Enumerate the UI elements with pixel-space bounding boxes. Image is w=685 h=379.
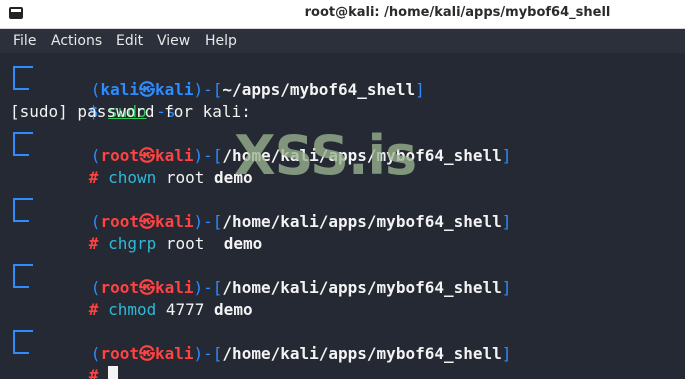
root-prompt-line: (root㉿kali)-[/home/kali/apps/mybof64_she… [33, 255, 512, 297]
prompt-close-paren: ) [193, 344, 204, 363]
command-name: chmod [108, 300, 157, 319]
user-prompt-line: (kali㉿kali)-[~/apps/mybof64_shell] [33, 57, 425, 99]
root-prompt-line: (root㉿kali)-[/home/kali/apps/mybof64_she… [33, 189, 512, 231]
prompt-host: kali [154, 344, 194, 363]
prompt-end-bracket: ] [501, 146, 512, 165]
command-line-active[interactable]: # [31, 343, 119, 379]
menu-actions[interactable]: Actions [51, 33, 102, 49]
prompt-path: /home/kali/apps/mybof64_shell [222, 344, 502, 363]
command-arg: 4777 [156, 300, 215, 319]
command-name: chown [108, 168, 157, 187]
prompt-corner-bottom [13, 77, 29, 90]
window-title: root@kali: /home/kali/apps/mybof64_shell [304, 5, 611, 20]
command-line-chgrp: # chgrp root demo [31, 211, 262, 253]
prompt-corner-bottom [13, 143, 29, 156]
command-arg: root [156, 168, 215, 187]
command-line-chmod: # chmod 4777 demo [31, 277, 253, 319]
prompt-end-bracket: ] [501, 278, 512, 297]
prompt-path: /home/kali/apps/mybof64_shell [222, 278, 502, 297]
menu-edit[interactable]: Edit [116, 33, 143, 49]
menu-file[interactable]: File [13, 33, 36, 49]
text-cursor[interactable] [108, 366, 119, 379]
prompt-close-paren: ) [193, 80, 204, 99]
command-arg: root [156, 234, 224, 253]
hash-symbol: # [88, 300, 99, 319]
command-target: demo [214, 300, 253, 319]
menu-bar: File Actions Edit View Help [0, 29, 685, 53]
prompt-corner-bottom [13, 275, 29, 288]
menu-view[interactable]: View [157, 33, 190, 49]
terminal-window: root@kali: /home/kali/apps/mybof64_shell… [0, 0, 685, 379]
title-bar: root@kali: /home/kali/apps/mybof64_shell [0, 0, 685, 29]
hash-symbol: # [88, 168, 99, 187]
prompt-end-bracket: ] [415, 80, 425, 99]
terminal-output[interactable]: (kali㉿kali)-[~/apps/mybof64_shell] $ sud… [0, 53, 685, 379]
hash-symbol: # [88, 366, 99, 379]
sudo-message: [sudo] password for kali: [10, 102, 251, 121]
command-line-sudo: $ sudo -s [31, 79, 176, 121]
watermark-logo: XSS.is [234, 124, 417, 187]
prompt-dash: -[ [203, 344, 223, 363]
prompt-dash: -[ [203, 80, 223, 99]
command-name: chgrp [108, 234, 157, 253]
prompt-corner-bottom [13, 209, 29, 222]
prompt-at-icon: ㉿ [138, 344, 155, 363]
prompt-end-bracket: ] [501, 212, 512, 231]
menu-help[interactable]: Help [205, 33, 237, 49]
hash-symbol: # [88, 234, 99, 253]
prompt-path: /home/kali/apps/mybof64_shell [222, 212, 502, 231]
prompt-end-bracket: ] [501, 344, 512, 363]
command-line-chown: # chown root demo [31, 145, 253, 187]
prompt-corner-bottom [13, 341, 29, 354]
prompt-path: ~/apps/mybof64_shell [222, 80, 416, 99]
command-target: demo [223, 234, 263, 253]
root-prompt-line: (root㉿kali)-[/home/kali/apps/mybof64_she… [33, 321, 512, 363]
